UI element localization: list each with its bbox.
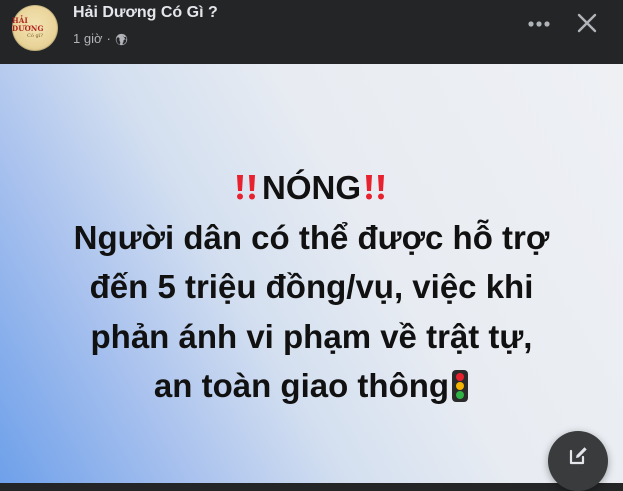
headline-line-5: an toàn giao thông: [0, 361, 623, 411]
avatar-logo-text: HẢI DƯƠNG: [12, 16, 44, 33]
post-header: HẢI DƯƠNG Có gì? Hải Dương Có Gì ? 1 giờ…: [0, 0, 623, 64]
meta-separator: ·: [106, 31, 111, 46]
globe-icon[interactable]: [115, 33, 128, 46]
post-meta: 1 giờ ·: [73, 30, 128, 48]
compose-icon: [569, 447, 587, 465]
avatar-logo-subtext: Có gì?: [27, 33, 43, 39]
double-exclamation-icon: [366, 175, 384, 200]
headline-line-3: đến 5 triệu đồng/vụ, việc khi: [89, 268, 534, 305]
compose-button[interactable]: [548, 431, 608, 491]
headline-line-1: NÓNG: [0, 163, 623, 213]
post-image[interactable]: NÓNG Người dân có thể được hỗ trợ đến 5 …: [0, 64, 623, 483]
headline-hot-label: NÓNG: [262, 169, 361, 206]
post-timestamp[interactable]: 1 giờ: [73, 30, 103, 48]
post-headline: NÓNG Người dân có thể được hỗ trợ đến 5 …: [0, 163, 623, 411]
close-icon: [577, 13, 597, 33]
more-horizontal-icon: [528, 21, 550, 27]
headline-line-4: phản ánh vi phạm về trật tự,: [90, 317, 533, 355]
headline-line-5-text: an toàn giao thông: [153, 367, 450, 404]
traffic-light-icon: [452, 370, 469, 402]
close-button[interactable]: [572, 8, 602, 38]
double-exclamation-icon: [237, 175, 255, 200]
more-options-button[interactable]: [525, 10, 553, 38]
page-name-link[interactable]: Hải Dương Có Gì ?: [73, 3, 218, 23]
page-avatar[interactable]: HẢI DƯƠNG Có gì?: [12, 5, 58, 51]
headline-line-2: Người dân có thể được hỗ trợ: [73, 218, 550, 256]
